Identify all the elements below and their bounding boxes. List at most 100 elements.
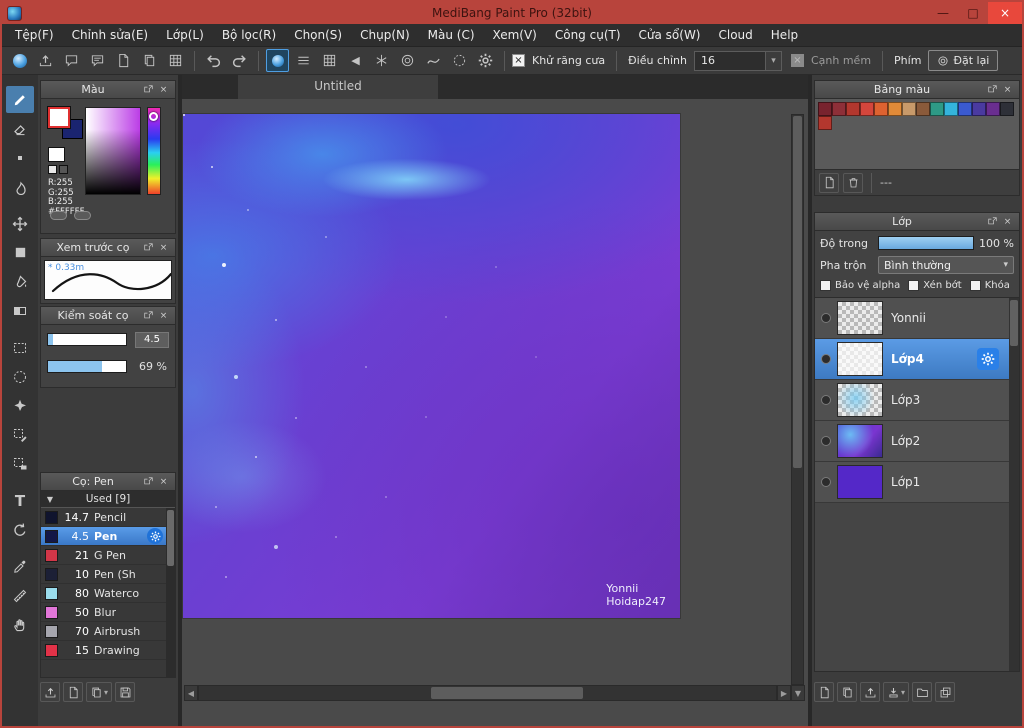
flatten-button[interactable]	[935, 682, 955, 702]
brush-row[interactable]: 15 Drawing	[41, 641, 166, 660]
brush-list-scrollbar[interactable]	[166, 508, 175, 677]
brush-opacity-slider[interactable]	[47, 360, 127, 373]
delete-palette-color-button[interactable]	[843, 172, 863, 193]
palette-swatch[interactable]	[916, 102, 930, 116]
layer-opacity-slider[interactable]	[878, 236, 974, 250]
brush-row[interactable]: 50 Blur	[41, 603, 166, 622]
scroll-left-arrow[interactable]: ◀	[184, 685, 198, 701]
hue-slider-handle[interactable]	[149, 112, 158, 121]
text-tool[interactable]: T	[6, 487, 34, 514]
scrollbar-track[interactable]	[198, 685, 777, 701]
palette-swatch[interactable]	[972, 102, 986, 116]
palette-swatch[interactable]	[846, 102, 860, 116]
popout-icon[interactable]	[985, 215, 1000, 228]
select-eraser-tool[interactable]	[6, 450, 34, 477]
scrollbar-thumb[interactable]	[1010, 300, 1018, 346]
menu-chinh-sua[interactable]: Chỉnh sửa(E)	[63, 24, 158, 47]
hand-tool[interactable]	[6, 611, 34, 638]
hue-slider[interactable]	[147, 107, 161, 195]
close-icon[interactable]: ×	[156, 83, 171, 96]
horizontal-scrollbar[interactable]: ◀ ▶ ▼	[184, 685, 805, 701]
comment-button[interactable]	[60, 49, 83, 72]
fill-rect-tool[interactable]	[6, 239, 34, 266]
brush-mode-grid-button[interactable]	[318, 49, 341, 72]
close-icon[interactable]: ×	[156, 241, 171, 254]
menu-chon[interactable]: Chọn(S)	[285, 24, 351, 47]
close-icon[interactable]: ×	[1000, 83, 1015, 96]
popout-icon[interactable]	[141, 83, 156, 96]
menu-cloud[interactable]: Cloud	[710, 24, 762, 47]
soft-edge-checkbox[interactable]: ×	[790, 54, 804, 67]
layer-row[interactable]: Lớp3	[815, 380, 1009, 421]
redo-button[interactable]	[228, 49, 251, 72]
palette-swatch[interactable]	[944, 102, 958, 116]
blend-mode-dropdown[interactable]: Bình thường ▾	[878, 256, 1014, 274]
duplicate-layer-button[interactable]	[837, 682, 857, 702]
color-history-swatch[interactable]	[48, 147, 65, 162]
brush-mode-concentric-button[interactable]	[396, 49, 419, 72]
brush-row[interactable]: 10 Pen (Sh	[41, 565, 166, 584]
adjust-dropdown[interactable]: 16 ▾	[693, 50, 782, 71]
document-tab[interactable]: Untitled	[238, 75, 438, 99]
palette-swatch[interactable]	[888, 102, 902, 116]
brush-mode-normal-button[interactable]	[266, 49, 289, 72]
add-palette-color-button[interactable]	[819, 172, 839, 193]
eyedropper-tool[interactable]	[6, 553, 34, 580]
grid-view-button[interactable]	[164, 49, 187, 72]
menu-cua-so[interactable]: Cửa sổ(W)	[630, 24, 710, 47]
palette-swatch[interactable]	[986, 102, 1000, 116]
scrollbar-thumb[interactable]	[167, 510, 174, 566]
undo-button[interactable]	[202, 49, 225, 72]
layer-active-indicator[interactable]	[815, 436, 837, 446]
brush-tip-button[interactable]	[8, 49, 31, 72]
save-button[interactable]	[115, 682, 135, 702]
menu-mau[interactable]: Màu (C)	[419, 24, 484, 47]
foreground-color-swatch[interactable]	[48, 107, 70, 128]
minimize-button[interactable]: —	[928, 2, 958, 24]
brush-row-selected[interactable]: 4.5 Pen	[41, 527, 166, 546]
brush-size-value[interactable]: 4.5	[135, 332, 169, 348]
add-layer-button[interactable]	[814, 682, 834, 702]
scroll-down-arrow[interactable]: ▼	[791, 685, 805, 701]
layer-settings-icon[interactable]	[977, 348, 999, 370]
palette-swatch[interactable]	[1000, 102, 1014, 116]
rotate-tool[interactable]	[6, 516, 34, 543]
new-folder-button[interactable]	[912, 682, 932, 702]
palette-swatch[interactable]	[818, 116, 832, 130]
popout-icon[interactable]	[985, 83, 1000, 96]
menu-help[interactable]: Help	[762, 24, 807, 47]
lock-checkbox[interactable]	[969, 280, 981, 291]
maximize-button[interactable]: □	[958, 2, 988, 24]
brush-row[interactable]: 70 Airbrush	[41, 622, 166, 641]
layer-row-selected[interactable]: Lớp4	[815, 339, 1009, 380]
palette-swatch[interactable]	[832, 102, 846, 116]
menu-tep[interactable]: Tệp(F)	[6, 24, 63, 47]
menu-xem[interactable]: Xem(V)	[484, 24, 546, 47]
brush-size-slider[interactable]	[47, 333, 127, 346]
chat-button[interactable]	[86, 49, 109, 72]
antialias-checkbox[interactable]: ×	[512, 54, 525, 67]
scroll-right-arrow[interactable]: ▶	[777, 685, 791, 701]
layer-row[interactable]: Lớp2	[815, 421, 1009, 462]
brush-mode-kaleidoscope-button[interactable]	[370, 49, 393, 72]
menu-bo-loc[interactable]: Bộ lọc(R)	[213, 24, 285, 47]
canvas-artwork[interactable]: Yonnii Hoidap247	[183, 114, 680, 618]
gradient-tool[interactable]	[6, 297, 34, 324]
brush-row[interactable]: 14.7 Pencil	[41, 508, 166, 527]
move-layer-up-button[interactable]	[860, 682, 880, 702]
measure-tool[interactable]	[6, 582, 34, 609]
layer-active-indicator[interactable]	[815, 354, 837, 364]
protect-alpha-checkbox[interactable]	[820, 280, 831, 291]
close-button[interactable]: ×	[988, 2, 1022, 24]
select-pen-tool[interactable]	[6, 421, 34, 448]
brush-tool[interactable]	[6, 86, 34, 113]
color-mode-button[interactable]	[50, 211, 67, 220]
color-history-swatch[interactable]	[59, 165, 68, 174]
clipping-checkbox[interactable]	[908, 280, 920, 291]
popout-icon[interactable]	[141, 241, 156, 254]
brush-settings-button[interactable]	[474, 49, 497, 72]
brush-mode-curve-button[interactable]	[422, 49, 445, 72]
document-list-button[interactable]	[138, 49, 161, 72]
palette-swatch[interactable]	[860, 102, 874, 116]
layer-active-indicator[interactable]	[815, 313, 837, 323]
